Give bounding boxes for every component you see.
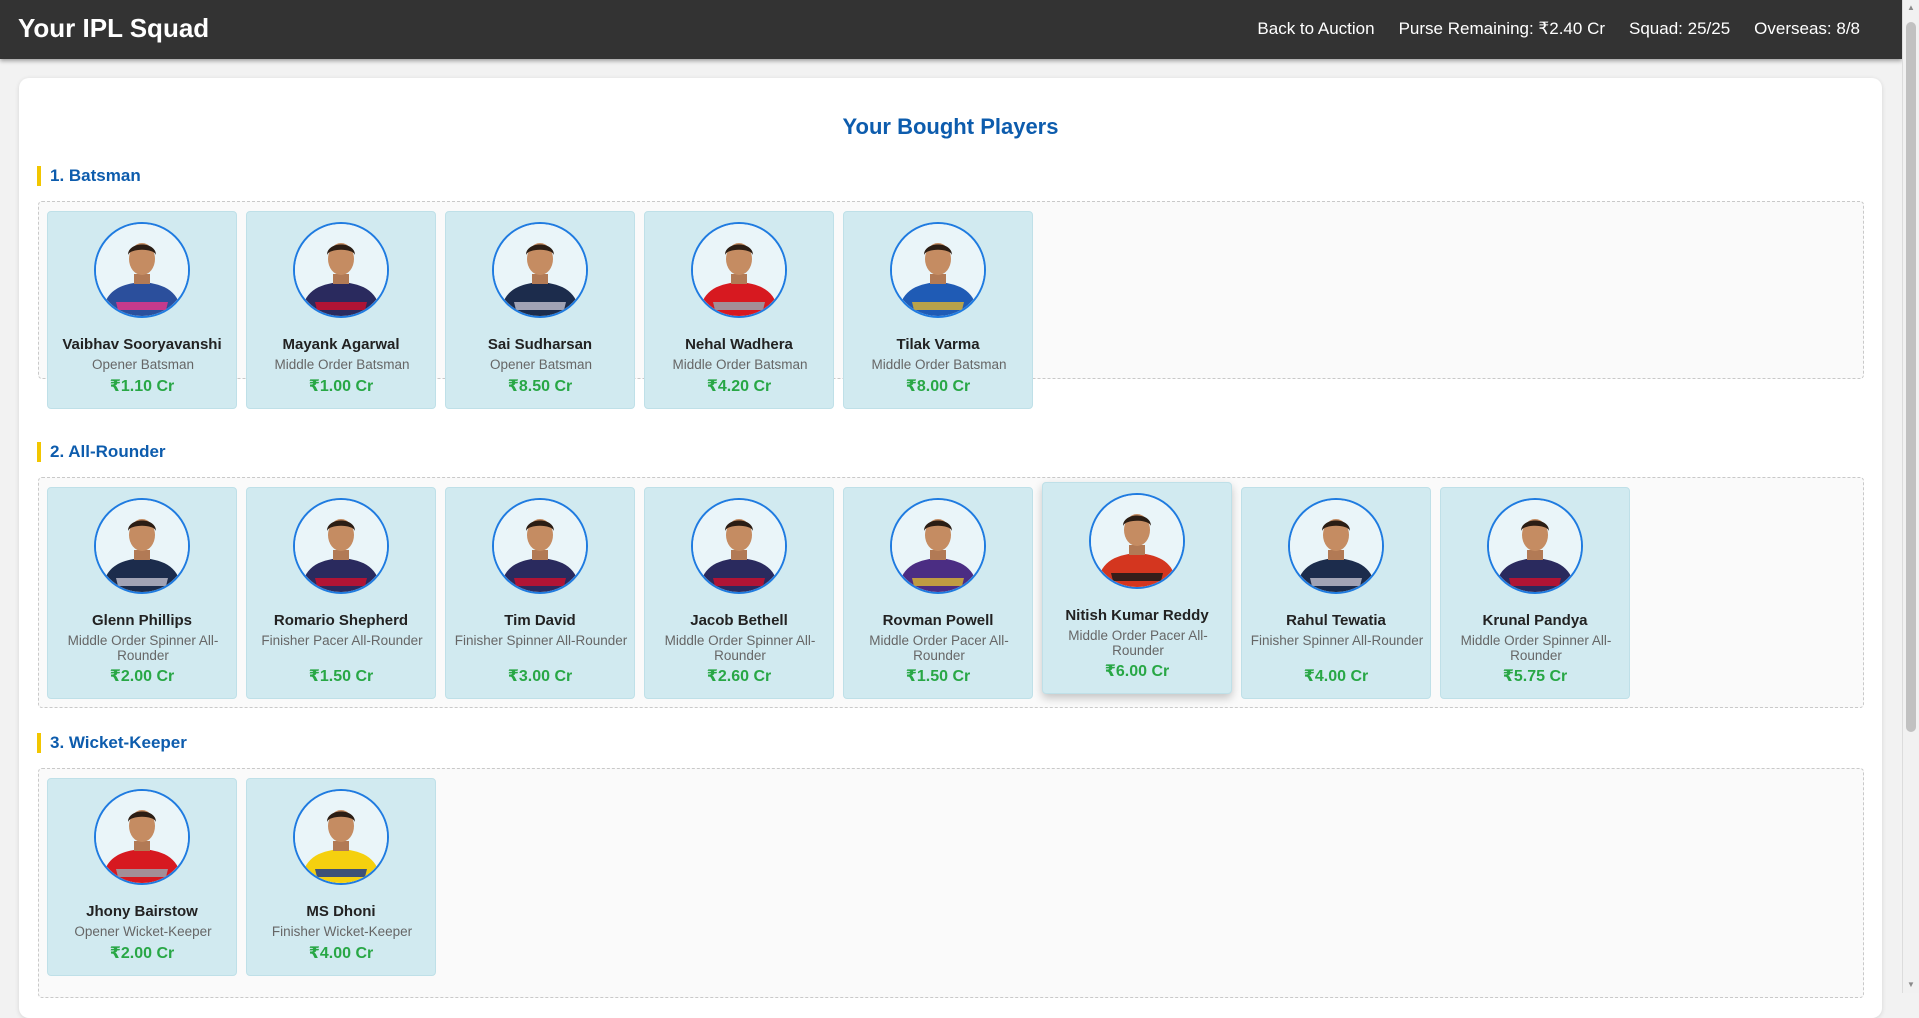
player-group-batsman: Vaibhav Sooryavanshi Opener Batsman ₹1.10 … bbox=[38, 201, 1864, 409]
player-price: ₹8.50 Cr bbox=[507, 378, 573, 395]
player-role: Middle Order Spinner All-Rounder bbox=[1460, 633, 1612, 663]
player-photo bbox=[293, 498, 389, 594]
player-price: ₹1.00 Cr bbox=[308, 378, 374, 395]
back-to-auction-link[interactable]: Back to Auction bbox=[1257, 19, 1374, 39]
player-name: MS Dhoni bbox=[306, 903, 376, 920]
player-photo bbox=[293, 789, 389, 885]
player-price: ₹1.50 Cr bbox=[308, 668, 374, 685]
player-price: ₹1.50 Cr bbox=[905, 668, 971, 685]
player-role: Middle Order Batsman bbox=[672, 357, 808, 372]
player-name: Romario Shepherd bbox=[273, 612, 409, 629]
player-name: Tim David bbox=[504, 612, 576, 629]
player-name: Vaibhav Sooryavanshi bbox=[62, 336, 222, 353]
bought-players-panel: Your Bought Players 1. Batsman Vaibhav S… bbox=[19, 78, 1882, 1018]
page-scrollbar[interactable]: ▲ ▼ bbox=[1902, 0, 1919, 993]
player-card-sai-sudharsan[interactable]: Sai Sudharsan Opener Batsman ₹8.50 Cr bbox=[445, 211, 635, 409]
player-photo bbox=[890, 222, 986, 318]
page-title: Your Bought Players bbox=[842, 114, 1059, 139]
player-card-ms-dhoni[interactable]: MS Dhoni Finisher Wicket-Keeper ₹4.00 Cr bbox=[246, 778, 436, 976]
player-role: Finisher Pacer All-Rounder bbox=[261, 633, 423, 648]
player-price: ₹2.00 Cr bbox=[109, 945, 175, 962]
player-name: Glenn Phillips bbox=[91, 612, 192, 629]
player-name: Jacob Bethell bbox=[690, 612, 788, 629]
player-role: Middle Order Spinner All-Rounder bbox=[67, 633, 219, 663]
nav-links: Back to Auction Purse Remaining: ₹2.40 C… bbox=[1257, 19, 1860, 39]
player-card-krunal-pandya[interactable]: Krunal Pandya Middle Order Spinner All-Ro… bbox=[1440, 487, 1630, 699]
player-role: Middle Order Batsman bbox=[274, 357, 410, 372]
player-price: ₹6.00 Cr bbox=[1104, 663, 1170, 680]
player-role: Middle Order Pacer All-Rounder bbox=[869, 633, 1009, 663]
player-photo bbox=[1288, 498, 1384, 594]
player-role: Finisher Spinner All-Rounder bbox=[1250, 633, 1424, 648]
player-role: Finisher Spinner All-Rounder bbox=[454, 633, 628, 648]
player-price: ₹2.00 Cr bbox=[109, 668, 175, 685]
player-name: Sai Sudharsan bbox=[487, 336, 593, 353]
player-card-nitish-kumar-reddy[interactable]: Nitish Kumar Reddy Middle Order Pacer All… bbox=[1042, 482, 1232, 694]
player-photo bbox=[890, 498, 986, 594]
player-card-rovman-powell[interactable]: Rovman Powell Middle Order Pacer All-Roun… bbox=[843, 487, 1033, 699]
player-price: ₹4.00 Cr bbox=[308, 945, 374, 962]
player-photo bbox=[492, 222, 588, 318]
player-name: Nitish Kumar Reddy bbox=[1065, 607, 1209, 624]
player-price: ₹3.00 Cr bbox=[507, 668, 573, 685]
scrollbar-thumb[interactable] bbox=[1906, 22, 1916, 732]
player-role: Middle Order Pacer All-Rounder bbox=[1068, 628, 1208, 658]
player-card-jacob-bethell[interactable]: Jacob Bethell Middle Order Spinner All-Ro… bbox=[644, 487, 834, 699]
player-price: ₹4.20 Cr bbox=[706, 378, 772, 395]
player-name: Mayank Agarwal bbox=[282, 336, 400, 353]
player-group-all-rounder: Glenn Phillips Middle Order Spinner All-R… bbox=[38, 477, 1864, 708]
player-photo bbox=[94, 498, 190, 594]
player-card-nehal-wadhera[interactable]: Nehal Wadhera Middle Order Batsman ₹4.20 C… bbox=[644, 211, 834, 409]
player-name: Jhony Bairstow bbox=[86, 903, 198, 920]
section-title-batsman: 1. Batsman bbox=[37, 166, 141, 186]
player-card-vaibhav-sooryavanshi[interactable]: Vaibhav Sooryavanshi Opener Batsman ₹1.10 … bbox=[47, 211, 237, 409]
player-price: ₹2.60 Cr bbox=[706, 668, 772, 685]
player-photo bbox=[691, 222, 787, 318]
player-price: ₹1.10 Cr bbox=[109, 378, 175, 395]
purse-remaining-stat: Purse Remaining: ₹2.40 Cr bbox=[1398, 19, 1606, 38]
scroll-down-arrow-icon[interactable]: ▼ bbox=[1903, 977, 1919, 993]
player-group-wicket-keeper: Jhony Bairstow Opener Wicket-Keeper ₹2.00 … bbox=[38, 768, 1864, 998]
player-role: Middle Order Spinner All-Rounder bbox=[664, 633, 816, 663]
player-name: Krunal Pandya bbox=[1482, 612, 1588, 629]
squad-count-stat: Squad: 25/25 bbox=[1629, 19, 1731, 38]
top-navbar: Your IPL Squad Back to Auction Purse Rem… bbox=[0, 0, 1902, 59]
player-role: Middle Order Batsman bbox=[871, 357, 1007, 372]
player-photo bbox=[1089, 493, 1185, 589]
player-card-glenn-phillips[interactable]: Glenn Phillips Middle Order Spinner All-R… bbox=[47, 487, 237, 699]
player-card-tim-david[interactable]: Tim David Finisher Spinner All-Rounder ₹3.… bbox=[445, 487, 635, 699]
player-photo bbox=[94, 222, 190, 318]
player-role: Opener Batsman bbox=[91, 357, 195, 372]
player-card-jhony-bairstow[interactable]: Jhony Bairstow Opener Wicket-Keeper ₹2.00 … bbox=[47, 778, 237, 976]
player-price: ₹5.75 Cr bbox=[1502, 668, 1568, 685]
player-card-tilak-varma[interactable]: Tilak Varma Middle Order Batsman ₹8.00 Cr bbox=[843, 211, 1033, 409]
player-role: Finisher Wicket-Keeper bbox=[271, 924, 413, 939]
player-photo bbox=[492, 498, 588, 594]
player-photo bbox=[691, 498, 787, 594]
player-name: Rovman Powell bbox=[882, 612, 994, 629]
player-photo bbox=[1487, 498, 1583, 594]
player-photo bbox=[94, 789, 190, 885]
section-title-wicket-keeper: 3. Wicket-Keeper bbox=[37, 733, 187, 753]
player-role: Opener Batsman bbox=[489, 357, 593, 372]
player-name: Tilak Varma bbox=[896, 336, 980, 353]
player-photo bbox=[293, 222, 389, 318]
player-role: Opener Wicket-Keeper bbox=[74, 924, 212, 939]
player-price: ₹8.00 Cr bbox=[905, 378, 971, 395]
section-title-all-rounder: 2. All-Rounder bbox=[37, 442, 166, 462]
overseas-count-stat: Overseas: 8/8 bbox=[1754, 19, 1860, 38]
scroll-up-arrow-icon[interactable]: ▲ bbox=[1903, 0, 1919, 16]
player-card-romario-shepherd[interactable]: Romario Shepherd Finisher Pacer All-Round… bbox=[246, 487, 436, 699]
app-title: Your IPL Squad bbox=[18, 13, 210, 43]
player-name: Rahul Tewatia bbox=[1286, 612, 1386, 629]
player-card-mayank-agarwal[interactable]: Mayank Agarwal Middle Order Batsman ₹1.00 … bbox=[246, 211, 436, 409]
player-card-rahul-tewatia[interactable]: Rahul Tewatia Finisher Spinner All-Rounde… bbox=[1241, 487, 1431, 699]
player-name: Nehal Wadhera bbox=[685, 336, 793, 353]
player-price: ₹4.00 Cr bbox=[1303, 668, 1369, 685]
